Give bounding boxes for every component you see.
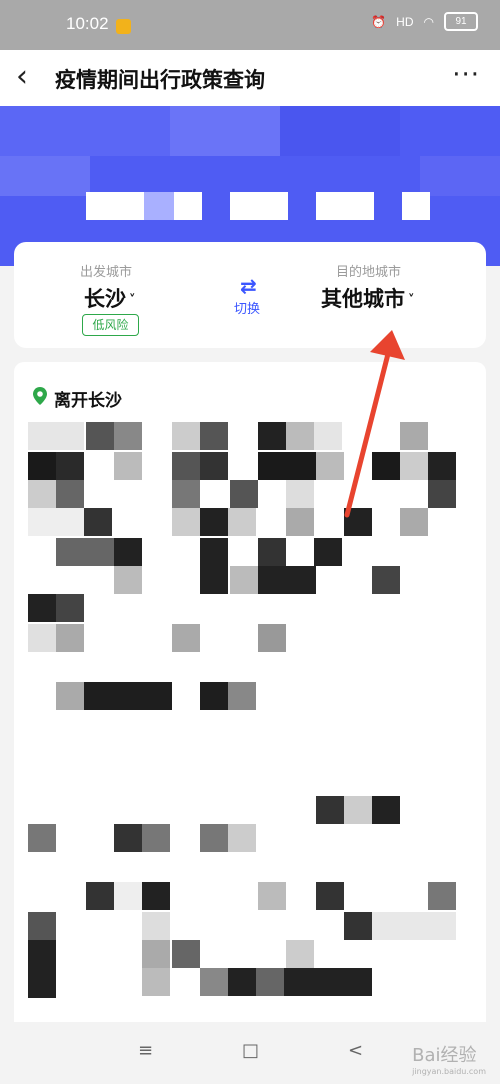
annotation-arrow	[344, 330, 405, 518]
system-nav-bar: ≡ □ < Bai经验 jingyan.baidu.com	[0, 1024, 500, 1084]
watermark-text: Bai经验	[412, 1045, 477, 1066]
home-icon[interactable]: □	[242, 1040, 259, 1061]
back-nav-icon[interactable]: <	[348, 1040, 363, 1061]
watermark-sub: jingyan.baidu.com	[412, 1067, 486, 1076]
watermark: Bai经验 jingyan.baidu.com	[412, 1041, 486, 1076]
menu-icon[interactable]: ≡	[138, 1040, 153, 1061]
